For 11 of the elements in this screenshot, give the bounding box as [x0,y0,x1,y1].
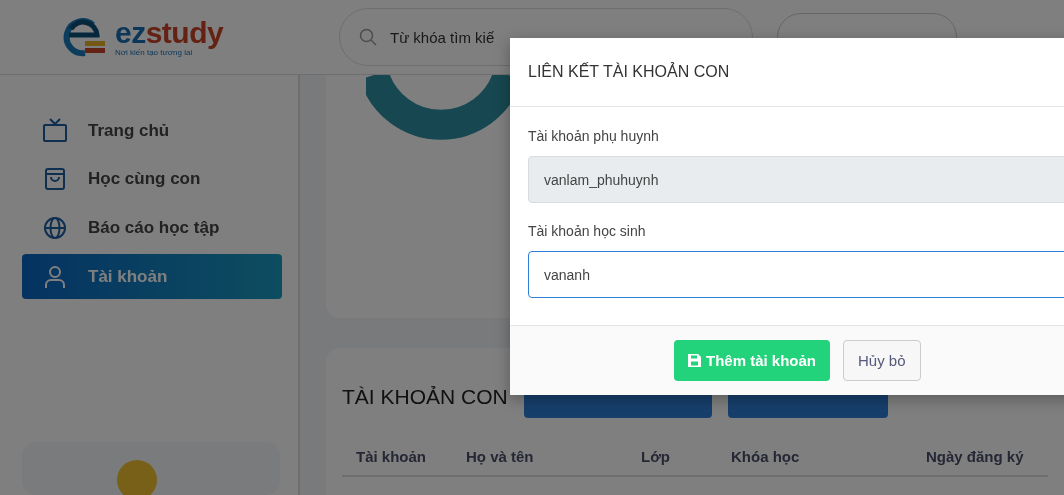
field-label: Tài khoản học sinh [528,223,647,239]
column-header: Ngày đăng ký [925,448,1025,465]
column-header: Khóa học [730,448,801,465]
field-label: Tài khoản phụ huynh [528,128,660,144]
section-title: TÀI KHOẢN CON [342,385,508,409]
modal-title: LIÊN KẾT TÀI KHOẢN CON [528,63,730,81]
column-header: Họ và tên [465,448,535,465]
column-header: Tài khoản [355,448,427,465]
column-header: Lớp [640,448,671,465]
brand-tagline: Nơi kiến tạo tương lai [115,47,193,57]
brand-name: ezstudy [115,17,224,48]
